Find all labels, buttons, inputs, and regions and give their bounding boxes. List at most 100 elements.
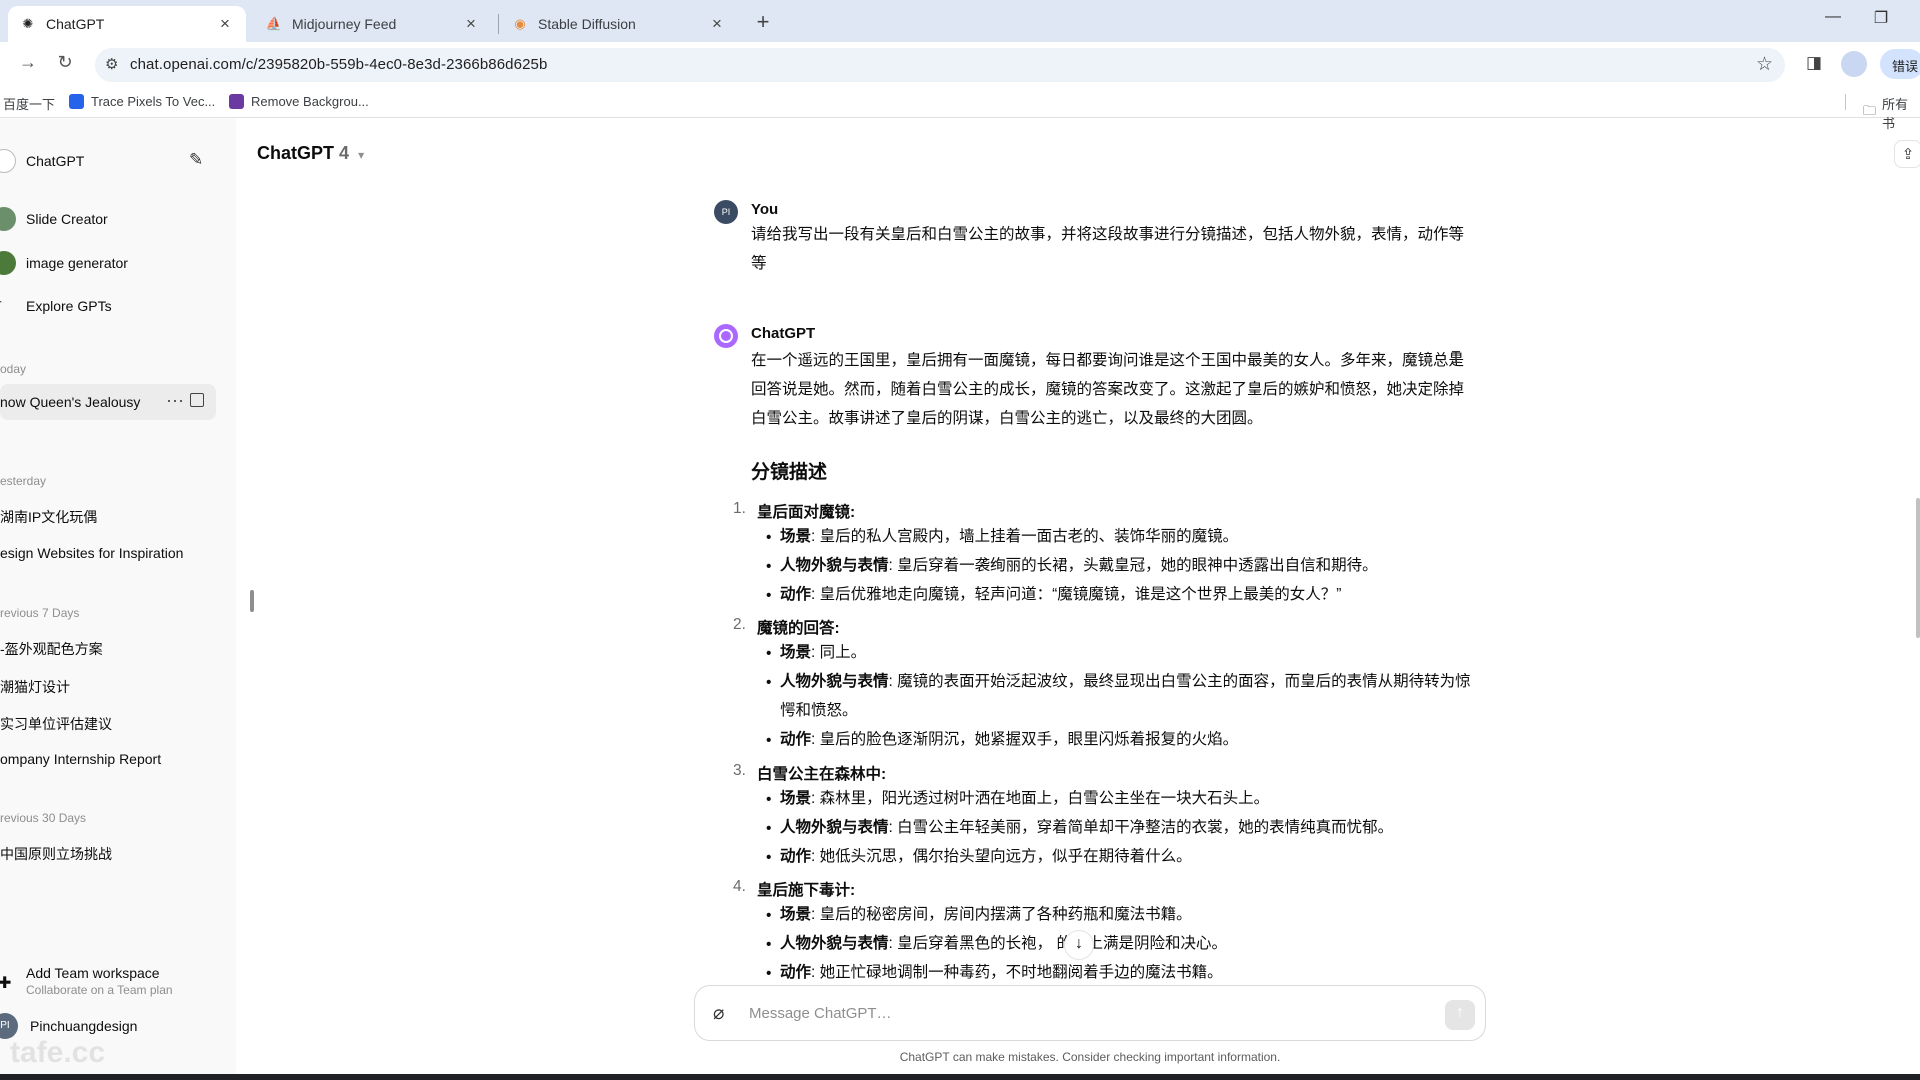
chatgpt-favicon-icon: ✺: [22, 16, 34, 31]
bookmark-star-icon[interactable]: ☆: [1756, 53, 1773, 76]
scrollbar-thumb[interactable]: [1916, 498, 1920, 638]
list-number: 2.: [733, 616, 746, 633]
chevron-down-icon: ▾: [358, 148, 365, 162]
bookmark-label: 百度一下: [3, 97, 56, 112]
chat-item[interactable]: ompany Internship Report: [0, 751, 161, 767]
send-button[interactable]: ↑: [1445, 1000, 1475, 1030]
bullet-text: 皇后的私人宫殿内，墙上挂着一面古老的、装饰华丽的魔镜。: [819, 528, 1239, 545]
history-heading-7days: revious 7 Days: [0, 606, 80, 620]
bullet-dot: •: [766, 907, 772, 924]
scene-title: 魔镜的回答:: [757, 620, 840, 637]
tab-divider: [498, 14, 499, 34]
close-tab-icon[interactable]: ×: [708, 14, 726, 34]
bullet-dot: •: [766, 732, 772, 749]
scene-title-text: 皇后面对魔镜: [757, 504, 851, 521]
stable-diffusion-favicon-icon: ◉: [514, 16, 526, 31]
chat-item[interactable]: 中国原则立场挑战: [0, 844, 112, 864]
bookmarks-divider: [1845, 94, 1846, 110]
model-selector[interactable]: ChatGPT 4 ▾: [257, 143, 364, 164]
reload-icon[interactable]: ↻: [53, 52, 77, 73]
bullet-text: 皇后穿着一袭绚丽的长裙，头戴皇冠，她的眼神中透露出自信和期待。: [897, 557, 1378, 574]
list-item: 场景: 皇后的私人宫殿内，墙上挂着一面古老的、装饰华丽的魔镜。: [780, 528, 1239, 545]
bookmark-label: Trace Pixels To Vec...: [91, 94, 216, 109]
restore-icon[interactable]: ❐: [1866, 8, 1896, 28]
tab-stable-diffusion[interactable]: ◉ Stable Diffusion ×: [500, 6, 738, 42]
chat-item-active[interactable]: now Queen's Jealousy ···: [0, 384, 216, 420]
folder-icon: 🗀: [1863, 103, 1877, 118]
user-avatar: PI: [714, 200, 738, 224]
bullet-dot: •: [766, 936, 772, 953]
new-chat-icon[interactable]: ✎: [189, 150, 203, 170]
sidebar-collapse-handle[interactable]: [250, 590, 254, 612]
bullet-label: 场景: [780, 644, 812, 661]
bullet-dot: •: [766, 674, 772, 691]
tab-chatgpt[interactable]: ✺ ChatGPT ×: [8, 6, 246, 42]
translate-button[interactable]: 错误: [1880, 49, 1920, 79]
share-icon[interactable]: ⇪: [1894, 140, 1920, 168]
chatgpt-logo-icon: [0, 149, 16, 173]
bullet-label: 人物外貌与表情: [780, 673, 889, 690]
close-tab-icon[interactable]: ×: [462, 14, 480, 34]
tab-midjourney[interactable]: ⛵ Midjourney Feed ×: [254, 6, 492, 42]
archive-icon[interactable]: [190, 393, 204, 407]
chat-item[interactable]: 潮猫灯设计: [0, 677, 70, 697]
chat-item[interactable]: 湖南IP文化玩偶: [0, 507, 97, 527]
chat-item[interactable]: -盔外观配色方案: [0, 639, 103, 659]
close-tab-icon[interactable]: ×: [216, 14, 234, 34]
tab-title: ChatGPT: [46, 16, 105, 32]
vectorizer-icon: [69, 94, 84, 109]
sidebar-item-label: ChatGPT: [26, 153, 85, 169]
bullet-text: 皇后优雅地走向魔镜，轻声问道：“魔镜魔镜，谁是这个世界上最美的女人？”: [819, 586, 1342, 603]
list-item: 人物外貌与表情: 白雪公主年轻美丽，穿着简单却干净整洁的衣裳，她的表情纯真而忧郁…: [780, 819, 1394, 836]
team-subtitle: Collaborate on a Team plan: [26, 983, 173, 997]
scene-title-text: 魔镜的回答: [757, 620, 835, 637]
site-info-icon[interactable]: ⚙: [105, 55, 118, 73]
bullet-text: 白雪公主年轻美丽，穿着简单却干净整洁的衣裳，她的表情纯真而忧郁。: [897, 819, 1394, 836]
list-item: 场景: 皇后的秘密房间，房间内摆满了各种药瓶和魔法书籍。: [780, 906, 1192, 923]
sidebar-item-slide-creator[interactable]: Slide Creator: [0, 199, 226, 239]
side-panel-icon[interactable]: ◨: [1806, 53, 1822, 73]
scroll-down-button[interactable]: ↓: [1064, 930, 1094, 960]
scene-title: 皇后面对魔镜:: [757, 504, 856, 521]
bullet-text: 皇后的脸色逐渐阴沉，她紧握双手，眼里闪烁着报复的火焰。: [819, 731, 1239, 748]
bookmark-trace-pixels[interactable]: Trace Pixels To Vec...: [69, 94, 215, 109]
history-heading-today: oday: [0, 362, 27, 376]
message-input[interactable]: [749, 1000, 1409, 1026]
bullet-text: 她正忙碌地调制一种毒药，不时地翻阅着手边的魔法书籍。: [819, 964, 1223, 981]
scene-title-text: 白雪公主在森林中: [757, 766, 882, 783]
sidebar-item-image-generator[interactable]: image generator: [0, 243, 226, 283]
list-item: 动作: 她低头沉思，偶尔抬头望向远方，似乎在期待着什么。: [780, 848, 1192, 865]
text-cursor-icon: Ｉ: [1448, 350, 1465, 367]
scene-title: 皇后施下毒计:: [757, 882, 856, 899]
profile-avatar[interactable]: [1841, 51, 1867, 77]
watermark-logo: tafe.cc: [10, 1036, 106, 1069]
new-tab-icon[interactable]: +: [751, 9, 775, 35]
history-heading-yesterday: esterday: [0, 474, 47, 488]
minimize-icon[interactable]: —: [1818, 8, 1848, 26]
more-options-icon[interactable]: ···: [166, 390, 184, 411]
bullet-dot: •: [766, 587, 772, 604]
forward-icon[interactable]: →: [16, 52, 40, 73]
bullet-label: 动作: [780, 731, 812, 748]
list-number: 3.: [733, 762, 746, 779]
chat-item[interactable]: esign Websites for Inspiration: [0, 545, 183, 561]
bullet-text: 皇后穿着黑色的长袍， 的脸上满是阴险和决心。: [897, 935, 1227, 952]
plus-icon: ✚: [0, 975, 12, 992]
bullet-label: 人物外貌与表情: [780, 557, 889, 574]
list-item: 动作: 皇后优雅地走向魔镜，轻声问道：“魔镜魔镜，谁是这个世界上最美的女人？”: [780, 586, 1342, 603]
bookmark-remove-bg[interactable]: Remove Backgrou...: [229, 94, 369, 109]
sidebar-item-explore-gpts[interactable]: ⁘ Explore GPTs: [0, 286, 226, 326]
list-item: 动作: 她正忙碌地调制一种毒药，不时地翻阅着手边的魔法书籍。: [780, 964, 1223, 981]
all-bookmarks[interactable]: 🗀 所有书: [1863, 94, 1920, 132]
bullet-label: 场景: [780, 790, 812, 807]
chatgpt-avatar-icon: [714, 324, 738, 348]
bullet-label: 人物外貌与表情: [780, 819, 889, 836]
attach-icon[interactable]: ⌀: [713, 1002, 724, 1025]
browser-tab-bar: ✺ ChatGPT × ⛵ Midjourney Feed × ◉ Stable…: [0, 0, 1920, 42]
taskbar-strip: [0, 1074, 1920, 1080]
address-bar[interactable]: ⚙ chat.openai.com/c/2395820b-559b-4ec0-8…: [95, 48, 1785, 82]
bullet-label: 场景: [780, 906, 812, 923]
chat-item[interactable]: 实习单位评估建议: [0, 714, 112, 734]
assistant-message-author: ChatGPT: [751, 325, 816, 342]
bookmark-baidu[interactable]: 百度一下: [3, 94, 55, 113]
